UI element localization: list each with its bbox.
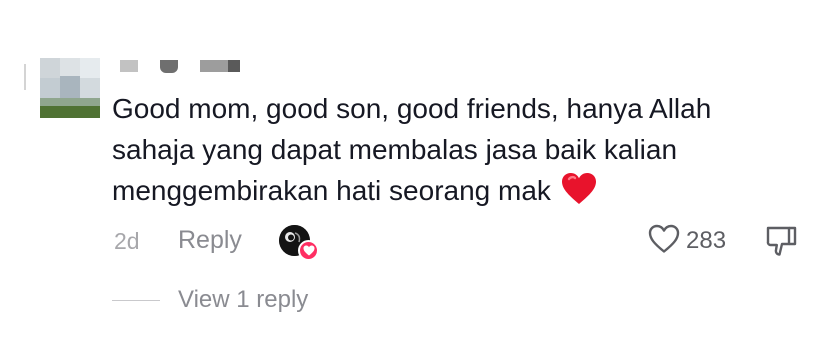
comment-meta-row: 2d Reply 283: [0, 222, 828, 262]
edge-marker: [24, 64, 26, 90]
like-count: 283: [686, 227, 727, 254]
dislike-button[interactable]: [764, 224, 798, 258]
comment-item: Good mom, good son, good friends, hanya …: [0, 0, 828, 362]
comment-body: Good mom, good son, good friends, hanya …: [112, 93, 712, 206]
creator-liked-badge[interactable]: [279, 225, 319, 261]
red-heart-icon: [561, 172, 597, 206]
like-button[interactable]: 283: [648, 224, 726, 258]
comment-text: Good mom, good son, good friends, hanya …: [112, 88, 712, 211]
replies-divider: [112, 299, 160, 301]
comment-age: 2d: [114, 228, 140, 254]
view-replies-label: View 1 reply: [178, 286, 309, 313]
view-replies-button[interactable]: View 1 reply: [112, 284, 308, 316]
reply-button[interactable]: Reply: [178, 226, 242, 255]
heart-outline-icon: [648, 224, 680, 259]
commenter-avatar[interactable]: [40, 58, 100, 118]
creator-heart-icon: [298, 240, 319, 261]
commenter-username-blurred[interactable]: [120, 58, 250, 74]
thumbs-down-icon: [764, 226, 798, 262]
